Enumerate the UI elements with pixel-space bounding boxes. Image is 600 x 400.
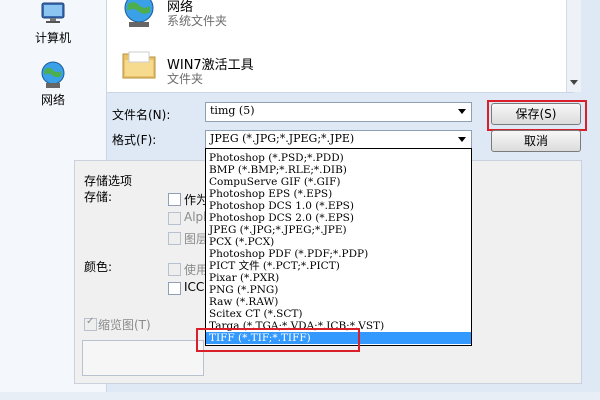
format-select[interactable]: JPEG (*.JPG;*.JPEG;*.JPE)	[205, 130, 472, 150]
file-type: 文件夹	[167, 72, 204, 86]
use-proof-checkbox[interactable]	[168, 263, 181, 276]
filename-label: 文件名(N):	[112, 108, 171, 122]
preview-area	[82, 340, 204, 376]
format-option[interactable]: PNG (*.PNG)	[206, 284, 471, 296]
bottom-edge	[0, 392, 600, 400]
format-option[interactable]: Photoshop EPS (*.EPS)	[206, 188, 471, 200]
section-title: 存储选项	[84, 174, 133, 188]
layers-checkbox[interactable]	[168, 232, 181, 245]
format-dropdown-list[interactable]: Photoshop (*.PSD;*.PDD) BMP (*.BMP;*.RLE…	[205, 148, 472, 346]
scroll-down-icon[interactable]	[570, 80, 578, 85]
save-button[interactable]: 保存(S)	[491, 103, 581, 125]
file-item[interactable]: 网络 系统文件夹	[115, 0, 555, 40]
format-option[interactable]: PICT 文件 (*.PCT;*.PICT)	[206, 260, 471, 272]
format-option[interactable]: JPEG (*.JPG;*.JPEG;*.JPE)	[206, 224, 471, 236]
file-list-scrollbar[interactable]	[566, 0, 581, 92]
computer-icon	[41, 2, 65, 23]
as-copy-checkbox[interactable]	[168, 193, 181, 206]
file-list: 网络 系统文件夹 WIN7激活工具 文件夹	[107, 0, 574, 93]
check-icon: ✓	[86, 316, 95, 327]
format-option[interactable]: Photoshop (*.PSD;*.PDD)	[206, 152, 471, 164]
format-option[interactable]: Pixar (*.PXR)	[206, 272, 471, 284]
filename-value: timg (5)	[210, 104, 255, 117]
format-option[interactable]: CompuServe GIF (*.GIF)	[206, 176, 471, 188]
folder-icon	[122, 51, 156, 79]
thumbnail-checkbox[interactable]: ✓	[84, 316, 97, 331]
thumbnail-label: 缩览图(T)	[98, 318, 151, 332]
storage-label: 存储:	[84, 190, 113, 204]
format-option[interactable]: Photoshop DCS 2.0 (*.EPS)	[206, 212, 471, 224]
format-option[interactable]: Raw (*.RAW)	[206, 296, 471, 308]
chevron-down-icon[interactable]	[458, 137, 466, 142]
cancel-button[interactable]: 取消	[491, 130, 581, 152]
place-label: 网络	[40, 93, 65, 107]
color-label: 颜色:	[84, 260, 113, 274]
format-label: 格式(F):	[112, 133, 157, 147]
place-network[interactable]: 网络	[0, 60, 106, 108]
network-icon	[41, 61, 65, 88]
format-option[interactable]: PCX (*.PCX)	[206, 236, 471, 248]
format-option[interactable]: Photoshop DCS 1.0 (*.EPS)	[206, 200, 471, 212]
place-label: 计算机	[34, 31, 71, 45]
file-item[interactable]: WIN7激活工具 文件夹	[115, 48, 555, 88]
place-computer[interactable]: 计算机	[0, 2, 106, 46]
filename-field[interactable]: timg (5)	[205, 102, 472, 122]
file-type: 系统文件夹	[167, 14, 228, 28]
format-option[interactable]: Scitex CT (*.SCT)	[206, 308, 471, 320]
network-globe-icon	[124, 0, 154, 27]
tiff-highlight-box	[196, 328, 360, 352]
icc-profile-checkbox[interactable]	[168, 282, 181, 295]
format-value: JPEG (*.JPG;*.JPEG;*.JPE)	[210, 132, 355, 145]
checkbox-label: ICC	[184, 280, 205, 294]
chevron-down-icon[interactable]	[458, 109, 466, 114]
alpha-checkbox[interactable]	[168, 212, 181, 225]
format-option[interactable]: BMP (*.BMP;*.RLE;*.DIB)	[206, 164, 471, 176]
format-option[interactable]: Photoshop PDF (*.PDF;*.PDP)	[206, 248, 471, 260]
